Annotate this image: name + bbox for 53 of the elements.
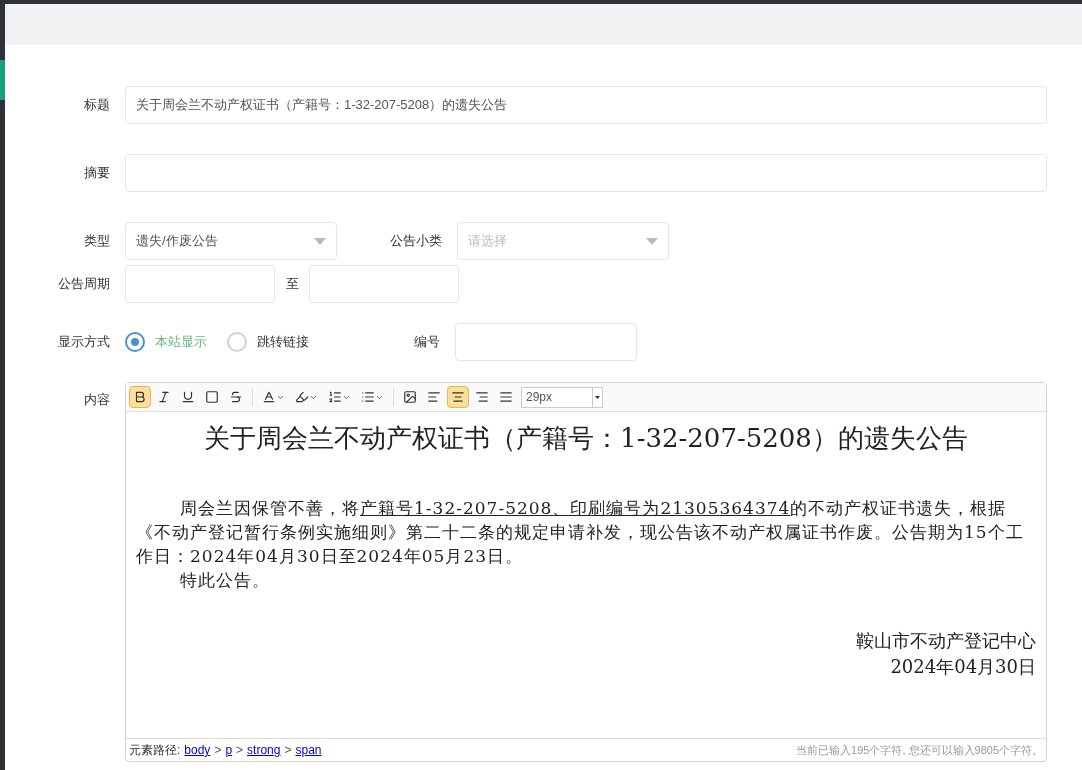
caret-icon xyxy=(646,237,658,245)
align-left-icon xyxy=(427,390,441,404)
sidebar-accent xyxy=(0,60,5,100)
signature-line: 鞍山市不动产登记中心 xyxy=(856,630,1036,651)
field-label: 公告小类 xyxy=(390,233,442,249)
align-justify-icon xyxy=(499,390,513,404)
document-paragraph: 周会兰因保管不善，将产籍号1-32-207-5208、印刷编号为21305364374的不动产权证书遗失，根据《不动产登记暂行条例实施细则》第二十二条的规定申请补发，现公告该不动产权属证书作废。公告期为15个工作日：2024年04月30日至2024年05月23日。 xyxy=(136,497,1025,568)
end-date-input[interactable] xyxy=(309,265,459,303)
align-right-icon xyxy=(475,390,489,404)
field-label: 编号 xyxy=(414,334,440,350)
title-input[interactable]: 关于周会兰不动产权证书（产籍号：1-32-207-5208）的遗失公告 xyxy=(125,86,1047,124)
caret-icon xyxy=(314,237,326,245)
radio-label: 跳转链接 xyxy=(257,333,309,352)
field-label: 摘要 xyxy=(84,165,110,181)
start-date-input[interactable] xyxy=(125,265,275,303)
range-separator: 至 xyxy=(284,275,300,294)
signature-line: 2024年04月30日 xyxy=(890,656,1036,677)
path-separator: > xyxy=(214,742,222,759)
toolbar-button[interactable] xyxy=(447,386,469,408)
font-color-icon xyxy=(262,390,276,404)
field-label: 类型 xyxy=(84,233,110,249)
character-count: 当前已输入195个字符, 您还可以输入9805个字符。 xyxy=(796,742,1043,758)
document-heading: 关于周会兰不动产权证书（产籍号：1-32-207-5208）的遗失公告 xyxy=(203,422,969,455)
document-paragraph: 特此公告。 xyxy=(179,569,271,592)
bold-icon xyxy=(133,390,147,404)
radio-button[interactable] xyxy=(125,332,145,352)
field-label: 显示方式 xyxy=(58,334,110,350)
font-size-select[interactable]: 29px xyxy=(521,386,603,408)
align-center-icon xyxy=(451,390,465,404)
image-icon xyxy=(403,390,417,404)
number-input[interactable] xyxy=(455,323,637,361)
bullet-list-icon xyxy=(361,390,375,404)
ordered-list-icon xyxy=(328,390,342,404)
path-link[interactable]: strong xyxy=(247,741,281,759)
path-separator: > xyxy=(284,742,292,759)
radio-button[interactable] xyxy=(227,332,247,352)
field-label: 内容 xyxy=(84,392,110,407)
italic-icon xyxy=(157,390,171,404)
path-label: 元素路径: xyxy=(129,742,181,759)
strikethrough-icon xyxy=(229,390,243,404)
caret-icon xyxy=(595,395,600,399)
radio-label: 本站显示 xyxy=(155,333,207,352)
summary-input[interactable] xyxy=(125,154,1047,192)
toolbar-button[interactable] xyxy=(129,386,151,408)
underline-icon xyxy=(181,390,195,404)
type-select[interactable]: 遗失/作废公告 xyxy=(125,222,337,260)
path-link[interactable]: body xyxy=(184,741,211,759)
highlighter-icon xyxy=(295,390,309,404)
path-link[interactable]: span xyxy=(295,741,322,759)
field-label: 公告周期 xyxy=(58,276,110,292)
path-link[interactable]: p xyxy=(225,741,233,759)
field-label: 标题 xyxy=(84,97,110,113)
path-separator: > xyxy=(236,742,244,759)
